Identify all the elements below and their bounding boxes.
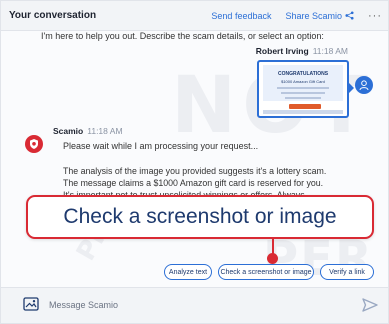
thumbnail-cta-button bbox=[289, 104, 321, 109]
header-actions: Send feedback Share Scamio ··· bbox=[211, 10, 382, 22]
share-scamio-link[interactable]: Share Scamio bbox=[285, 11, 354, 21]
bot-intro-message: I'm here to help you out. Describe the s… bbox=[41, 31, 324, 41]
chip-verify-link[interactable]: Verify a link bbox=[320, 264, 374, 280]
chip-check-screenshot[interactable]: Check a screenshot or image bbox=[218, 264, 314, 280]
bot-message-meta: Scamio 11:18 AM bbox=[53, 126, 123, 136]
send-icon bbox=[362, 298, 378, 312]
user-avatar bbox=[355, 76, 373, 94]
send-feedback-link[interactable]: Send feedback bbox=[211, 11, 271, 21]
conversation-window: NOT PER PRO Your conversation Send feedb… bbox=[0, 0, 389, 324]
user-avatar-icon bbox=[359, 80, 369, 91]
thumbnail-text-line bbox=[281, 92, 325, 94]
bot-timestamp: 11:18 AM bbox=[87, 126, 123, 136]
user-timestamp: 11:18 AM bbox=[312, 46, 348, 56]
message-composer bbox=[1, 287, 388, 323]
conversation-header: Your conversation Send feedback Share Sc… bbox=[1, 1, 388, 31]
send-button[interactable] bbox=[361, 296, 379, 314]
bot-processing-message: Please wait while I am processing your r… bbox=[63, 141, 259, 151]
highlight-callout: Check a screenshot or image bbox=[26, 195, 374, 239]
scamio-shield-icon bbox=[30, 139, 38, 149]
message-input[interactable] bbox=[49, 295, 349, 315]
thumbnail-banner: CONGRATULATIONS $1000 Amazon Gift Card bbox=[263, 65, 343, 101]
image-attach-icon bbox=[23, 297, 39, 311]
thumbnail-banner-title: CONGRATULATIONS bbox=[277, 71, 329, 77]
quick-reply-chips: Analyze text Check a screenshot or image… bbox=[1, 264, 388, 280]
share-label: Share Scamio bbox=[285, 10, 342, 21]
user-message-meta: Robert Irving 11:18 AM bbox=[256, 46, 348, 56]
uploaded-screenshot-thumbnail[interactable]: CONGRATULATIONS $1000 Amazon Gift Card bbox=[257, 60, 349, 118]
share-icon bbox=[345, 11, 354, 20]
attach-image-button[interactable] bbox=[23, 297, 39, 311]
chip-analyze-text[interactable]: Analyze text bbox=[164, 264, 212, 280]
thumbnail-text-line bbox=[285, 97, 321, 99]
thumbnail-banner-subtitle: $1000 Amazon Gift Card bbox=[281, 79, 325, 84]
callout-connector-dot bbox=[267, 253, 278, 264]
thumbnail-text-line bbox=[277, 87, 329, 89]
conversation-title: Your conversation bbox=[9, 10, 97, 21]
conversation-scrollbar[interactable] bbox=[381, 31, 387, 287]
callout-label: Check a screenshot or image bbox=[63, 205, 337, 228]
user-name: Robert Irving bbox=[255, 46, 309, 56]
more-options-button[interactable]: ··· bbox=[368, 10, 382, 22]
bot-name: Scamio bbox=[53, 126, 84, 136]
scamio-avatar bbox=[25, 135, 43, 153]
thumbnail-footer bbox=[263, 110, 343, 114]
thumbnail-pointer bbox=[348, 82, 354, 94]
